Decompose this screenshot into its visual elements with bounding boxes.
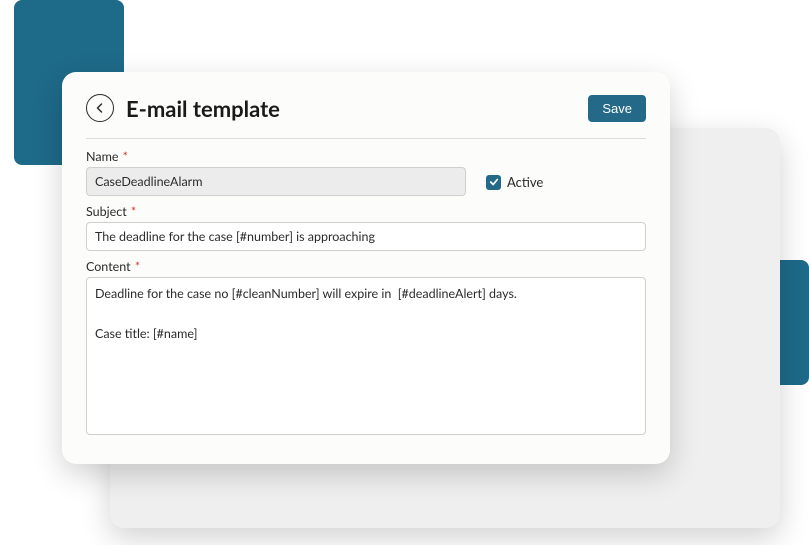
content-textarea[interactable] bbox=[86, 277, 646, 435]
page-title: E-mail template bbox=[126, 95, 280, 122]
content-label: Content * bbox=[86, 259, 646, 274]
email-template-panel: E-mail template Save Name * Active Subje… bbox=[62, 72, 670, 464]
name-field-group: Name * bbox=[86, 149, 466, 196]
chevron-left-icon bbox=[94, 102, 106, 114]
name-input[interactable] bbox=[86, 167, 466, 196]
back-button[interactable] bbox=[86, 94, 114, 122]
active-field-group: Active bbox=[486, 174, 543, 196]
name-label-text: Name bbox=[86, 149, 118, 164]
panel-header: E-mail template Save bbox=[86, 94, 646, 122]
save-button[interactable]: Save bbox=[588, 95, 646, 122]
name-active-row: Name * Active bbox=[86, 149, 646, 196]
required-marker: * bbox=[119, 149, 128, 164]
subject-label-text: Subject bbox=[86, 204, 127, 219]
check-icon bbox=[489, 177, 499, 187]
header-divider bbox=[86, 138, 646, 139]
subject-label: Subject * bbox=[86, 204, 646, 219]
subject-field-group: Subject * bbox=[86, 204, 646, 251]
required-marker: * bbox=[128, 204, 137, 219]
required-marker: * bbox=[132, 259, 141, 274]
header-left-group: E-mail template bbox=[86, 94, 280, 122]
active-label: Active bbox=[507, 174, 543, 190]
name-label: Name * bbox=[86, 149, 466, 164]
active-checkbox[interactable] bbox=[486, 175, 501, 190]
subject-input[interactable] bbox=[86, 222, 646, 251]
content-label-text: Content bbox=[86, 259, 131, 274]
content-field-group: Content * bbox=[86, 259, 646, 435]
